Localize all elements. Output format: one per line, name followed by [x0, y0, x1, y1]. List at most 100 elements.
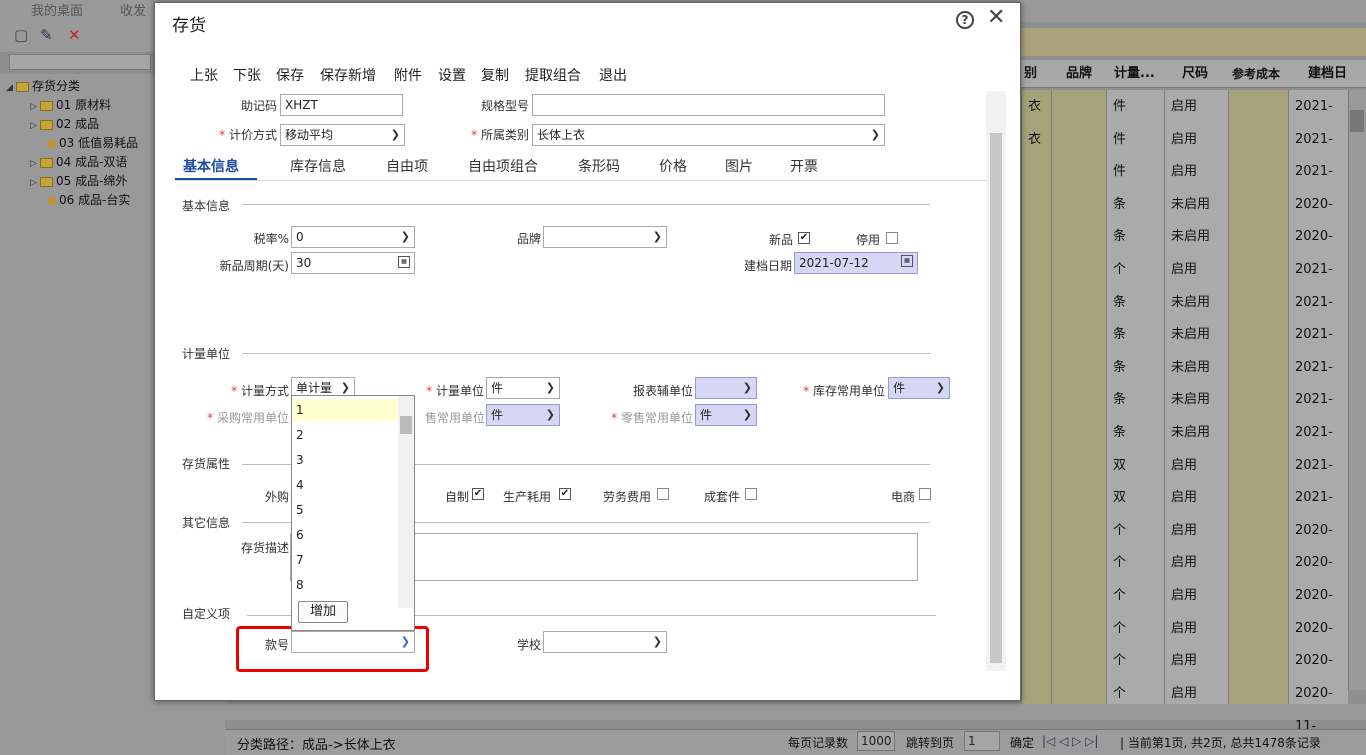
tab-my-desktop[interactable]: 我的桌面: [31, 0, 83, 19]
school-select[interactable]: ❯: [543, 631, 667, 653]
dropdown-option[interactable]: 4: [296, 474, 304, 496]
table-row[interactable]: 条未启用 2020-10-: [1021, 187, 1348, 245]
table-row[interactable]: 个启用 2020-11-: [1021, 513, 1348, 571]
table-row[interactable]: 个启用 2020-11-: [1021, 546, 1348, 603]
dropdown-option[interactable]: 6: [296, 524, 304, 546]
table-cell: 2020-10-: [1288, 187, 1348, 245]
table-row[interactable]: 衣 件启用 2021-07-: [1021, 90, 1348, 147]
per-page-input[interactable]: 1000: [857, 731, 895, 751]
tab-invoice[interactable]: 开票: [790, 156, 818, 176]
add-option-button[interactable]: 增加: [298, 601, 348, 623]
calculator-icon[interactable]: ▦: [398, 256, 410, 268]
ecommerce-checkbox[interactable]: [919, 488, 931, 500]
report-unit-select[interactable]: ❯: [695, 377, 757, 399]
menu-exit[interactable]: 退出: [599, 65, 627, 85]
table-row[interactable]: 个启用 2020-11-: [1021, 611, 1348, 669]
col-header[interactable]: 计量...: [1114, 60, 1155, 88]
table-row[interactable]: 衣 件启用 2021-02-: [1021, 122, 1348, 180]
col-header[interactable]: 尺码: [1182, 60, 1208, 88]
tree-item[interactable]: ▷ 02 成品: [30, 115, 99, 133]
tab-barcode[interactable]: 条形码: [578, 156, 620, 176]
table-row[interactable]: 双启用 2021-04-: [1021, 448, 1348, 506]
menu-copy[interactable]: 复制: [481, 65, 509, 85]
service-fee-checkbox[interactable]: [657, 488, 669, 500]
tree-search-input[interactable]: [9, 54, 151, 70]
table-row[interactable]: 双启用 2021-04-: [1021, 481, 1348, 538]
tab-image[interactable]: 图片: [725, 156, 753, 176]
tree-item[interactable]: ▷ 05 成品-绵外: [30, 172, 127, 190]
dropdown-option[interactable]: 5: [296, 499, 304, 521]
table-row[interactable]: 条未启用 2021-06-: [1021, 285, 1348, 343]
brand-select[interactable]: ❯: [543, 226, 667, 248]
close-icon[interactable]: ✕: [987, 6, 1005, 30]
new-product-checkbox[interactable]: ✔: [798, 232, 810, 244]
menu-prev[interactable]: 上张: [190, 65, 218, 85]
pager-nav[interactable]: |◁ ◁ ▷ ▷|: [1042, 734, 1098, 748]
table-cell: 2021-06-: [1288, 350, 1348, 408]
dropdown-option[interactable]: 7: [296, 549, 304, 571]
help-icon[interactable]: ?: [956, 11, 974, 29]
table-row[interactable]: 条未启用 2021-06-: [1021, 350, 1348, 408]
stock-unit-select[interactable]: 件 ❯: [888, 377, 950, 399]
tab-receive[interactable]: 收发: [120, 0, 146, 19]
confirm-button[interactable]: 确定: [1010, 734, 1034, 751]
dialog-scroll-thumb[interactable]: [990, 133, 1002, 663]
table-row[interactable]: 条未启用 2021-06-: [1021, 416, 1348, 473]
menu-save-new[interactable]: 保存新增: [320, 65, 376, 85]
tree-item[interactable]: ▷ 01 原材料: [30, 96, 111, 114]
mnemonic-input[interactable]: XHZT: [280, 94, 403, 116]
dropdown-option[interactable]: 3: [296, 449, 304, 471]
menu-attachment[interactable]: 附件: [394, 65, 422, 85]
jump-page-input[interactable]: 1: [964, 731, 1000, 751]
sale-unit-select[interactable]: 件 ❯: [486, 404, 560, 426]
table-row[interactable]: 条未启用 2021-06-: [1021, 383, 1348, 440]
tab-free-combo[interactable]: 自由项组合: [468, 156, 538, 176]
table-row[interactable]: 件启用 2021-02-: [1021, 155, 1348, 212]
disabled-checkbox[interactable]: [886, 232, 898, 244]
category-select[interactable]: 长体上衣 ❯: [532, 124, 885, 146]
menu-next[interactable]: 下张: [233, 65, 261, 85]
tree-item[interactable]: 03 低值易耗品: [48, 134, 138, 152]
table-row[interactable]: 条未启用 2020-10-: [1021, 220, 1348, 277]
grid-vertical-scrollbar[interactable]: [1348, 90, 1366, 690]
retail-unit-select[interactable]: 件 ❯: [695, 404, 757, 426]
col-header[interactable]: 品牌: [1066, 60, 1092, 88]
tab-price[interactable]: 价格: [659, 156, 687, 176]
production-consume-checkbox[interactable]: ✔: [559, 488, 571, 500]
new-period-input[interactable]: 30 ▦: [291, 252, 415, 274]
pricing-select[interactable]: 移动平均 ❯: [280, 124, 405, 146]
tree-item[interactable]: ▷ 04 成品-双语: [30, 153, 127, 171]
spec-input[interactable]: [532, 94, 885, 116]
tab-stock-info[interactable]: 库存信息: [290, 156, 346, 176]
tree-root[interactable]: ◢ 存货分类: [6, 77, 80, 95]
table-row[interactable]: 条未启用 2021-06-: [1021, 318, 1348, 375]
kit-checkbox[interactable]: [745, 488, 757, 500]
edit-icon[interactable]: ✎: [40, 27, 56, 43]
tree-item[interactable]: 06 成品-台实: [48, 191, 130, 209]
table-row[interactable]: 个启用 2021-06-: [1021, 253, 1348, 310]
grid-scroll-thumb[interactable]: [1350, 110, 1364, 132]
created-date-input[interactable]: 2021-07-12 ▦: [794, 252, 918, 274]
table-row[interactable]: 个启用 2020-11-: [1021, 579, 1348, 636]
menu-save[interactable]: 保存: [276, 65, 304, 85]
calendar-icon[interactable]: ▦: [901, 255, 913, 267]
grid-horizontal-scrollbar[interactable]: [225, 704, 1366, 720]
self-made-checkbox[interactable]: ✔: [472, 488, 484, 500]
tab-free-items[interactable]: 自由项: [386, 156, 428, 176]
measure-unit-select[interactable]: 件 ❯: [486, 377, 560, 399]
tax-select[interactable]: 0 ❯: [291, 226, 415, 248]
dropdown-option[interactable]: 2: [296, 424, 304, 446]
table-cell: 2021-04-: [1288, 448, 1348, 506]
dropdown-option[interactable]: 8: [296, 574, 304, 596]
tab-basic-info[interactable]: 基本信息: [183, 156, 239, 176]
dropdown-option[interactable]: 1: [293, 399, 397, 421]
col-header[interactable]: 建档日: [1308, 60, 1347, 88]
dropdown-scroll-thumb[interactable]: [400, 416, 412, 434]
menu-settings[interactable]: 设置: [438, 65, 466, 85]
new-icon[interactable]: ▢: [14, 27, 30, 43]
col-header[interactable]: 参考成本: [1232, 60, 1280, 88]
col-header[interactable]: 别: [1024, 60, 1037, 88]
menu-extract-combo[interactable]: 提取组合: [525, 65, 581, 85]
delete-icon[interactable]: ✕: [68, 27, 84, 43]
table-row[interactable]: 个启用 2020-11-: [1021, 644, 1348, 701]
